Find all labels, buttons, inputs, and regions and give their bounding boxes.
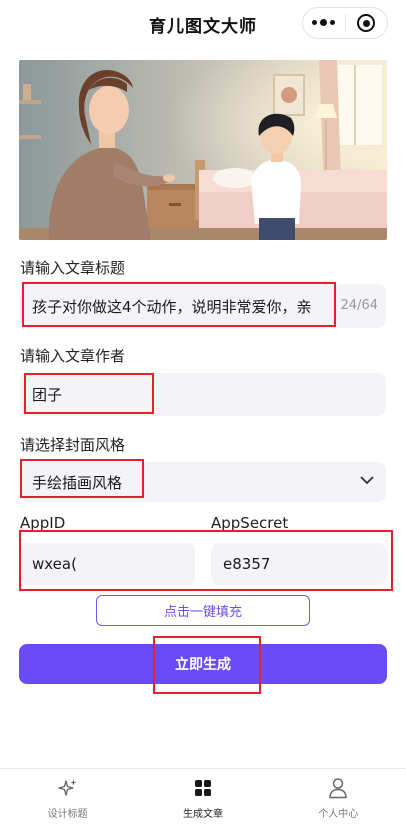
target-icon: [357, 14, 376, 32]
generate-button[interactable]: 立即生成: [19, 644, 387, 684]
tab-label: 设计标题: [47, 809, 88, 820]
more-menu-button[interactable]: [303, 8, 345, 38]
appid-value: wxea(: [32, 555, 77, 573]
author-input-value: 团子: [32, 386, 63, 404]
cover-style-value: 手绘插画风格: [32, 473, 123, 492]
mini-program-capsule: [302, 7, 388, 39]
tab-label: 生成文章: [182, 809, 223, 820]
tab-label: 个人中心: [318, 809, 359, 820]
close-capsule-button[interactable]: [346, 8, 388, 38]
nav-header: 育儿图文大师: [0, 0, 406, 48]
author-input[interactable]: 团子: [20, 373, 386, 416]
tab-profile[interactable]: 个人中心: [271, 769, 406, 829]
bottom-tab-bar: 设计标题 生成文章 个人中心: [0, 768, 406, 829]
style-label: 请选择封面风格: [20, 436, 126, 454]
tab-design-title[interactable]: 设计标题: [0, 769, 135, 829]
grid-icon: [194, 780, 211, 796]
cover-illustration: [19, 60, 387, 240]
title-label: 请输入文章标题: [20, 259, 126, 277]
tab-generate-article[interactable]: 生成文章: [135, 769, 270, 829]
person-icon: [329, 778, 348, 799]
more-dots-icon: [312, 19, 336, 26]
chevron-down-icon: [360, 476, 374, 485]
autofill-button[interactable]: 点击一键填充: [96, 595, 310, 626]
appsecret-value: e8357: [223, 555, 271, 573]
sparkle-icon: [57, 779, 77, 796]
title-input[interactable]: 孩子对你做这4个动作，说明非常爱你，亲 24/64: [20, 284, 386, 328]
page-title: 育儿图文大师: [149, 16, 257, 37]
title-input-value: 孩子对你做这4个动作，说明非常爱你，亲: [32, 298, 312, 316]
appid-input[interactable]: wxea(: [20, 543, 195, 585]
cover-style-select[interactable]: 手绘插画风格: [20, 462, 386, 502]
author-label: 请输入文章作者: [20, 347, 126, 365]
title-char-count: 24/64: [340, 298, 378, 313]
appsecret-input[interactable]: e8357: [211, 543, 386, 585]
appsecret-label: AppSecret: [211, 514, 289, 532]
appid-label: AppID: [20, 514, 66, 532]
